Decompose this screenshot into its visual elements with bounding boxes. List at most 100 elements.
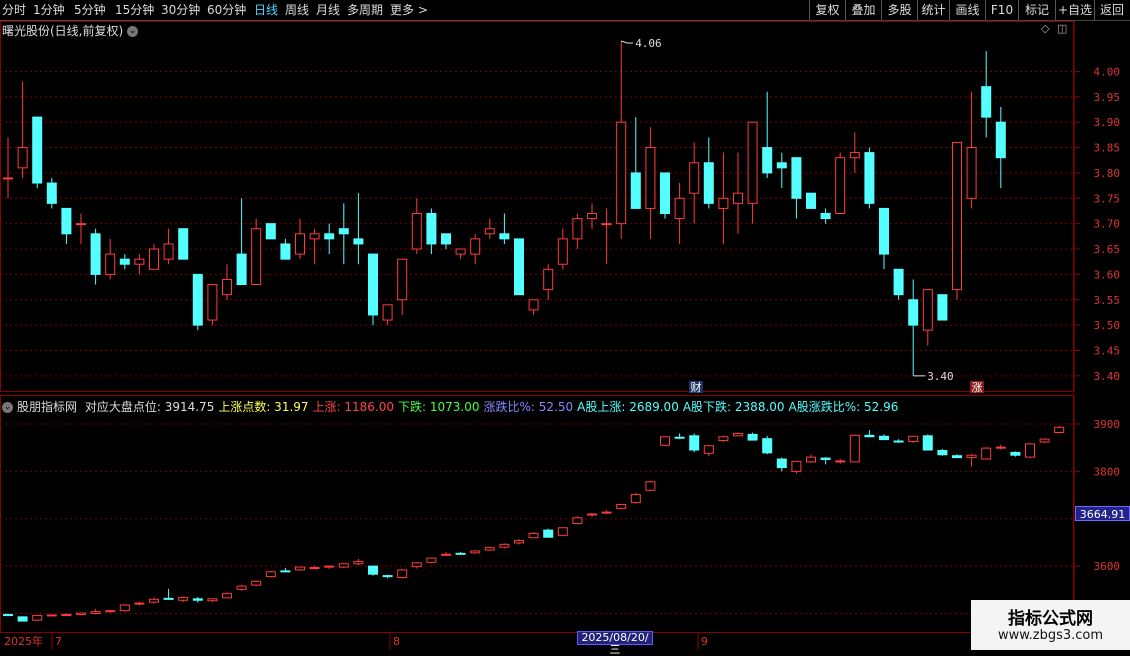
draw-line-button[interactable]: 画线	[950, 2, 985, 18]
candle-body[interactable]	[251, 580, 262, 586]
candle-body[interactable]	[879, 435, 889, 441]
candle-body[interactable]	[820, 213, 831, 220]
candle-body[interactable]	[630, 172, 641, 209]
candle-body[interactable]	[499, 543, 510, 548]
candle-body[interactable]	[762, 147, 773, 174]
candle-body[interactable]	[806, 456, 816, 463]
candle-body[interactable]	[149, 598, 159, 603]
candle-body[interactable]	[835, 157, 846, 214]
candle-body[interactable]	[32, 116, 43, 184]
candle-body[interactable]	[134, 602, 145, 605]
candle-body[interactable]	[207, 284, 218, 321]
candle-body[interactable]	[616, 504, 627, 509]
candle-body[interactable]	[1054, 426, 1065, 433]
candle-body[interactable]	[937, 449, 948, 456]
more-periods-button[interactable]: 更多 >	[390, 2, 428, 18]
candle-body[interactable]	[572, 218, 583, 240]
candle-body[interactable]	[470, 550, 481, 554]
candle-body[interactable]	[368, 565, 378, 575]
candle-body[interactable]	[207, 598, 218, 602]
candle-body[interactable]	[119, 604, 130, 612]
candle-body[interactable]	[324, 233, 335, 240]
indicator-chart[interactable]: 39003800360035002025年789	[0, 395, 1130, 650]
candle-body[interactable]	[528, 299, 539, 311]
candle-body[interactable]	[251, 228, 262, 286]
candle-body[interactable]	[61, 207, 72, 235]
candle-body[interactable]	[908, 435, 919, 442]
candle-body[interactable]	[630, 494, 641, 504]
diamond-icon[interactable]: ◇	[1041, 22, 1049, 35]
candle-body[interactable]	[557, 238, 568, 265]
candle-body[interactable]	[309, 567, 320, 570]
candle-body[interactable]	[90, 233, 101, 275]
candle-body[interactable]	[119, 258, 130, 265]
candle-body[interactable]	[397, 258, 408, 301]
chevron-down-icon[interactable]: ⌄	[2, 402, 13, 413]
candle-body[interactable]	[660, 172, 670, 214]
candle-body[interactable]	[178, 596, 189, 601]
candle-body[interactable]	[587, 213, 597, 220]
candle-body[interactable]	[17, 616, 28, 622]
candle-body[interactable]	[222, 278, 232, 296]
candle-body[interactable]	[265, 223, 276, 240]
candle-body[interactable]	[601, 223, 612, 226]
candle-body[interactable]	[922, 435, 933, 451]
candle-body[interactable]	[484, 547, 495, 551]
finance-marker[interactable]: 财	[691, 380, 702, 393]
candle-body[interactable]	[952, 141, 962, 291]
candle-body[interactable]	[295, 233, 305, 255]
multi-stock-button[interactable]: 多股	[882, 2, 917, 18]
candle-body[interactable]	[192, 598, 203, 601]
candle-body[interactable]	[514, 540, 524, 544]
candle-body[interactable]	[411, 562, 422, 568]
tab-period[interactable]: 周线	[285, 2, 309, 18]
tab-period[interactable]: 多周期	[347, 2, 383, 18]
candle-body[interactable]	[572, 517, 583, 524]
candle-body[interactable]	[382, 304, 393, 321]
candle-body[interactable]	[353, 238, 364, 245]
candle-body[interactable]	[338, 228, 349, 235]
candle-body[interactable]	[791, 460, 802, 472]
candle-body[interactable]	[937, 294, 948, 321]
candle-body[interactable]	[995, 446, 1006, 449]
candle-body[interactable]	[835, 460, 846, 463]
candle-body[interactable]	[455, 248, 466, 255]
candle-body[interactable]	[645, 147, 656, 209]
candle-body[interactable]	[849, 152, 860, 159]
candle-body[interactable]	[703, 162, 714, 204]
candle-body[interactable]	[3, 177, 13, 180]
candle-body[interactable]	[484, 228, 495, 235]
candle-body[interactable]	[397, 569, 408, 579]
candle-body[interactable]	[514, 238, 524, 296]
f10-button[interactable]: F10	[986, 2, 1018, 18]
candle-body[interactable]	[791, 157, 802, 199]
candle-body[interactable]	[528, 532, 539, 539]
candle-body[interactable]	[1025, 443, 1035, 458]
candle-body[interactable]	[966, 454, 977, 459]
candle-body[interactable]	[908, 299, 919, 326]
candle-body[interactable]	[660, 436, 670, 446]
candle-body[interactable]	[324, 565, 335, 568]
candle-body[interactable]	[981, 447, 992, 460]
candle-body[interactable]	[879, 207, 889, 255]
candle-body[interactable]	[46, 182, 57, 204]
tab-period[interactable]: 5分钟	[74, 2, 106, 18]
candle-body[interactable]	[995, 121, 1006, 159]
candle-body[interactable]	[441, 553, 451, 556]
candle-body[interactable]	[17, 147, 28, 169]
candle-body[interactable]	[1039, 438, 1050, 443]
candle-body[interactable]	[61, 613, 72, 616]
mark-button[interactable]: 标记	[1019, 2, 1055, 18]
candle-body[interactable]	[645, 481, 656, 491]
candle-body[interactable]	[441, 233, 451, 245]
candle-body[interactable]	[747, 121, 758, 204]
candle-body[interactable]	[718, 197, 729, 209]
tab-period[interactable]: 1分钟	[33, 2, 65, 18]
candle-body[interactable]	[806, 192, 816, 209]
candle-body[interactable]	[966, 147, 977, 199]
candle-body[interactable]	[455, 552, 466, 555]
candle-body[interactable]	[689, 162, 700, 194]
candle-body[interactable]	[762, 438, 773, 454]
candle-body[interactable]	[557, 527, 568, 536]
candle-body[interactable]	[134, 258, 145, 265]
